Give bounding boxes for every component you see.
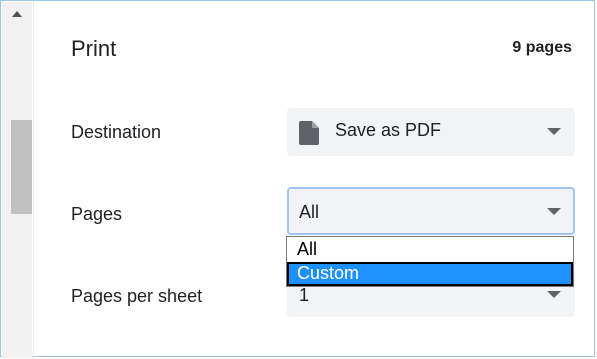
divider: [33, 2, 34, 358]
destination-label: Destination: [71, 122, 162, 142]
pages-select[interactable]: All: [287, 187, 575, 235]
pages-per-sheet-value: 1: [299, 285, 310, 305]
scrollbar-thumb[interactable]: [11, 120, 32, 214]
scroll-up-arrow-icon[interactable]: [2, 6, 32, 22]
pages-per-sheet-label: Pages per sheet: [71, 286, 203, 306]
chevron-down-icon: [547, 208, 561, 215]
sheet-count: 9 pages: [512, 39, 572, 56]
dropdown-option-all[interactable]: All: [287, 238, 573, 262]
dropdown-option-custom[interactable]: Custom: [287, 262, 573, 286]
chevron-down-icon: [547, 128, 561, 135]
destination-select[interactable]: Save as PDF: [287, 108, 575, 156]
destination-value: Save as PDF: [335, 120, 442, 140]
document-icon: [299, 121, 319, 145]
chevron-down-icon: [547, 291, 561, 298]
print-dialog: Print 9 pages Destination Save as PDF Pa…: [0, 0, 595, 358]
vertical-scrollbar[interactable]: [2, 2, 32, 358]
pages-label: Pages: [71, 204, 123, 224]
pages-dropdown-list: All Custom: [286, 236, 574, 287]
page-title: Print: [71, 36, 117, 61]
pages-value: All: [299, 202, 320, 222]
